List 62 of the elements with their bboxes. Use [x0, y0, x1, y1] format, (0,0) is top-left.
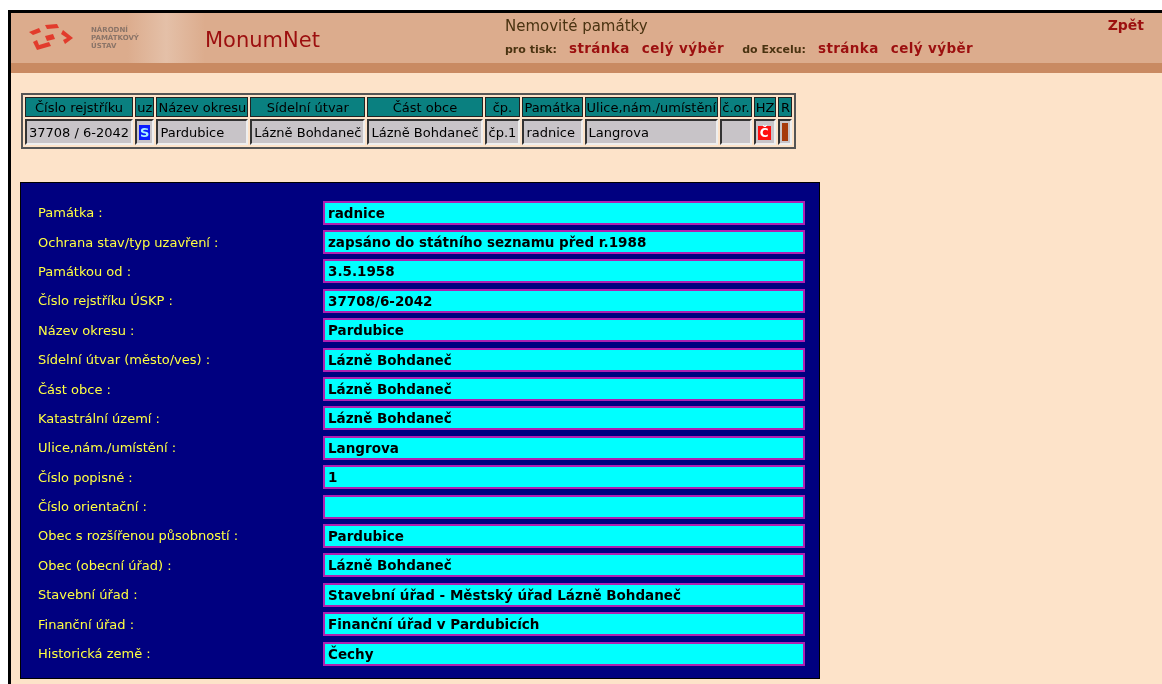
table-cell: Lázně Bohdaneč: [367, 119, 483, 145]
field-label: Název okresu :: [38, 322, 136, 338]
table-cell: 37708 / 6-2042: [25, 119, 134, 145]
column-header: č.or.: [720, 97, 752, 117]
table-cell: Langrova: [584, 119, 719, 145]
export-link[interactable]: stránka: [569, 40, 630, 56]
column-header: Název okresu: [156, 97, 249, 117]
field-label: Katastrální území :: [38, 410, 161, 426]
table-cell: čp.1: [484, 119, 521, 145]
bar-icon: [782, 123, 789, 141]
field-label: Číslo orientační :: [38, 499, 148, 515]
field-label: Památka :: [38, 205, 104, 221]
field-label: Obec s rozšířenou působností :: [38, 528, 240, 544]
field-label: Část obce :: [38, 381, 112, 397]
export-label: do Excelu:: [742, 43, 806, 56]
column-header: uz: [135, 97, 155, 117]
field-label: Obec (obecní úřad) :: [38, 557, 173, 573]
column-header: Číslo rejstříku: [25, 97, 134, 117]
field-value: 37708/6-2042: [323, 288, 805, 313]
field-label: Číslo rejstříku ÚSKP :: [38, 293, 174, 309]
field-value: Langrova: [323, 435, 805, 460]
back-link[interactable]: Zpět: [1107, 17, 1144, 35]
field-label: Ulice,nám./umístění :: [38, 440, 178, 456]
app-name: MonumNet: [205, 27, 321, 54]
column-header: Památka: [522, 97, 583, 117]
table-cell: radnice: [522, 119, 583, 145]
flag-badge: Č: [757, 125, 771, 140]
table-cell: Lázně Bohdaneč: [250, 119, 366, 145]
field-label: Číslo popisné :: [38, 469, 134, 485]
field-value: Lázně Bohdaneč: [323, 406, 805, 431]
column-header: HZ: [753, 97, 777, 117]
field-value: Lázně Bohdaneč: [323, 553, 805, 578]
field-value: Stavební úřad - Městský úřad Lázně Bohdaneč: [323, 582, 805, 607]
column-header: Sídelní útvar: [250, 97, 366, 117]
export-label: pro tisk:: [505, 43, 557, 56]
table-cell: Pardubice: [156, 119, 249, 145]
status-badge: S: [139, 124, 151, 140]
field-label: Stavební úřad :: [38, 587, 139, 603]
field-value: Lázně Bohdaneč: [323, 347, 805, 372]
column-header: Část obce: [367, 97, 483, 117]
column-header: Ulice,nám./umístění: [584, 97, 719, 117]
field-value: radnice: [323, 200, 805, 225]
field-label: Historická země :: [38, 646, 152, 662]
field-value: 3.5.1958: [323, 259, 805, 284]
field-value: Finanční úřad v Pardubicích: [323, 612, 805, 637]
export-link[interactable]: celý výběr: [641, 40, 725, 56]
field-value: Pardubice: [323, 524, 805, 548]
field-label: Sídelní útvar (město/ves) :: [38, 352, 212, 368]
export-link[interactable]: celý výběr: [890, 40, 974, 56]
field-value: zapsáno do státního seznamu před r.1988: [323, 230, 805, 255]
field-value: Pardubice: [323, 318, 805, 343]
column-header: čp.: [484, 97, 521, 117]
field-value: 1: [323, 465, 805, 490]
field-label: Památkou od :: [38, 263, 133, 279]
field-value: Lázně Bohdaneč: [323, 377, 805, 402]
export-link[interactable]: stránka: [818, 40, 879, 56]
field-label: Ochrana stav/typ uzavření :: [38, 234, 220, 250]
table-cell: [720, 119, 752, 145]
field-value: Čechy: [323, 641, 805, 666]
field-label: Finanční úřad :: [38, 616, 136, 632]
page-title: Nemovité památky: [505, 17, 648, 35]
column-header: R: [778, 97, 793, 117]
